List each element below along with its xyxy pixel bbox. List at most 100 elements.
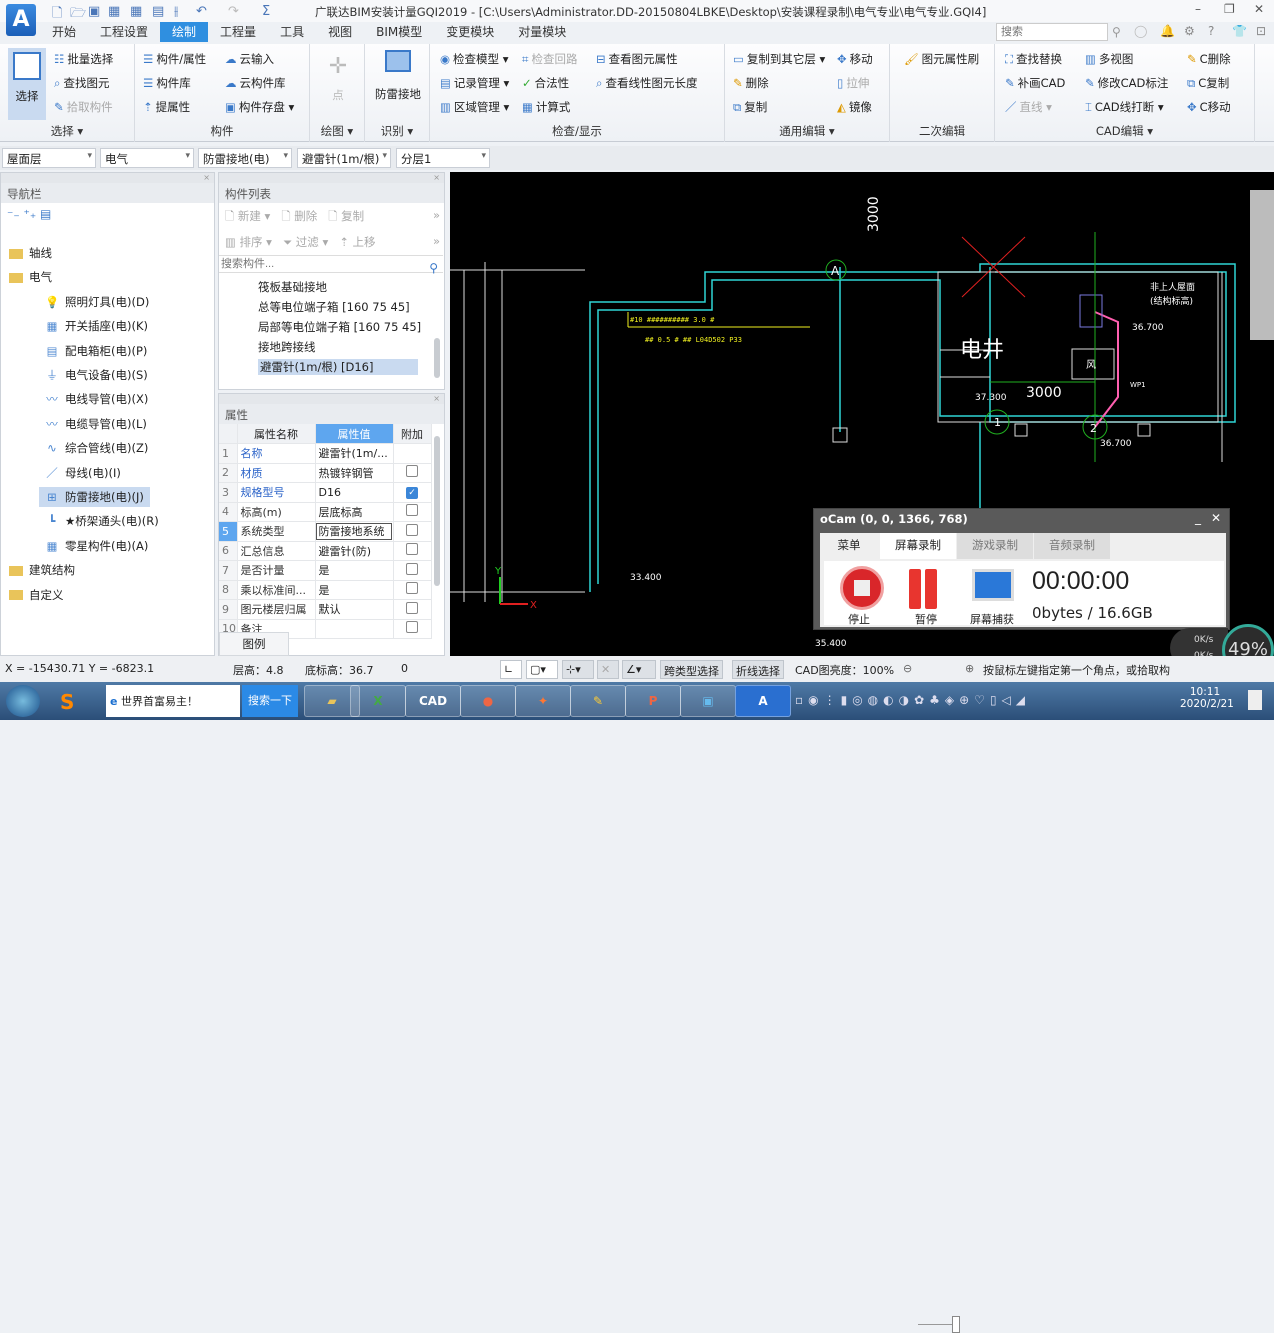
property-value[interactable]: 防雷接地系统 xyxy=(315,521,394,542)
scrollbar[interactable] xyxy=(434,338,440,378)
property-row[interactable]: 7 是否计量是 xyxy=(219,560,432,581)
component-save-button[interactable]: ▣ 构件存盘 ▾ xyxy=(225,99,294,115)
nav-item[interactable]: 电气 xyxy=(9,269,52,285)
slider-thumb[interactable] xyxy=(952,1316,960,1333)
user-icon[interactable]: ◯ xyxy=(1134,24,1147,38)
multi-view-button[interactable]: ▥ 多视图 xyxy=(1085,51,1133,67)
redraw-cad-button[interactable]: ✎ 补画CAD xyxy=(1005,75,1065,91)
batch-select-button[interactable]: ☷ 批量选择 xyxy=(54,51,113,67)
point-button[interactable]: ✛ 点 xyxy=(318,54,358,103)
report-icon[interactable]: ▦ xyxy=(108,4,120,19)
app-logo[interactable]: A xyxy=(6,4,36,36)
component-search-input[interactable] xyxy=(219,255,443,273)
checkbox[interactable] xyxy=(406,504,418,517)
export-icon[interactable]: ▤ xyxy=(152,4,164,19)
search-icon[interactable]: ⚲ xyxy=(429,261,438,275)
browser-search-box[interactable]: e 世界首富易主！ xyxy=(106,685,240,717)
pause-icon[interactable] xyxy=(925,569,937,609)
tab-view[interactable]: 视图 xyxy=(316,22,364,42)
move-button[interactable]: ✥ 移动 xyxy=(837,51,873,67)
nav-item[interactable]: 自定义 xyxy=(9,587,64,603)
property-row[interactable]: 1 名称 避雷针(1m/... xyxy=(219,443,432,464)
nav-item[interactable]: 建筑结构 xyxy=(9,562,75,578)
find-element-button[interactable]: ⌕ 查找图元 xyxy=(54,75,109,91)
close-icon[interactable]: × xyxy=(1,173,214,183)
property-value[interactable]: 是 xyxy=(315,560,394,581)
cross-icon[interactable]: ✕ xyxy=(597,660,619,679)
copy-to-layer-button[interactable]: ▭ 复制到其它层 ▾ xyxy=(733,51,825,67)
shirt-icon[interactable]: 👕 xyxy=(1232,24,1247,38)
show-desktop-button[interactable] xyxy=(1248,690,1262,710)
property-value[interactable]: 避雷针(1m/... xyxy=(315,443,394,464)
delete-button[interactable]: 🗋 删除 xyxy=(281,209,317,223)
c-copy-button[interactable]: ⧉ C复制 xyxy=(1187,75,1229,91)
taskbar-pdf[interactable]: ✦ xyxy=(515,685,571,717)
discipline-select[interactable]: 电气 ▾ xyxy=(100,148,194,168)
zoom-in-icon[interactable]: ⊕ xyxy=(962,660,977,679)
component-item[interactable]: 局部等电位端子箱 [160 75 45] xyxy=(258,319,421,335)
property-row[interactable]: 3 规格型号 D16 ✓ xyxy=(219,482,432,503)
cross-type-select-button[interactable]: 跨类型选择 xyxy=(660,660,723,679)
taskbar-glodon[interactable]: A xyxy=(735,685,791,717)
expand-icon[interactable]: ⁺₊ xyxy=(24,207,37,221)
checkbox[interactable] xyxy=(406,601,418,614)
more-icon[interactable]: » xyxy=(433,208,440,222)
check-loop-button[interactable]: ⌗ 检查回路 xyxy=(522,51,577,67)
cloud-input-button[interactable]: ☁ 云输入 xyxy=(225,51,274,67)
format-painter-button[interactable]: 🖌 图元属性刷 xyxy=(904,51,979,67)
sum-icon[interactable]: Σ xyxy=(262,4,270,19)
property-value[interactable]: 层底标高 xyxy=(315,502,394,522)
component-select[interactable]: 避雷针(1m/根) ▾ xyxy=(297,148,391,168)
split-icon[interactable]: ⫲ xyxy=(174,4,178,19)
property-row[interactable]: 4 标高(m) 层底标高 xyxy=(219,502,432,522)
checkbox[interactable] xyxy=(406,523,418,536)
stop-icon[interactable] xyxy=(840,566,884,610)
tab-quantities[interactable]: 工程量 xyxy=(208,22,268,42)
region-manage-button[interactable]: ▥ 区域管理 ▾ xyxy=(440,99,509,115)
taskbar-ppt-o[interactable]: ● xyxy=(460,685,516,717)
group-label[interactable]: 绘图 ▾ xyxy=(310,123,364,139)
floor-select[interactable]: 屋面层 ▾ xyxy=(2,148,96,168)
nav-item[interactable]: ▤ 配电箱柜(电)(P) xyxy=(45,343,148,359)
component-item[interactable]: 避雷针(1m/根) [D16] xyxy=(258,359,418,375)
component-item[interactable]: 接地跨接线 xyxy=(258,339,316,355)
view-attr-button[interactable]: ⊟ 查看图元属性 xyxy=(596,51,678,67)
group-label[interactable]: 通用编辑 ▾ xyxy=(725,123,889,139)
taskbar-excel[interactable]: X xyxy=(350,685,406,717)
checkbox[interactable] xyxy=(406,562,418,575)
more-icon[interactable]: » xyxy=(433,234,440,248)
clock[interactable]: 10:11 2020/2/21 xyxy=(1180,686,1234,710)
move-up-button[interactable]: ⇡ 上移 xyxy=(339,235,375,249)
component-library-button[interactable]: ☰ 构件库 xyxy=(143,75,191,91)
line-button[interactable]: ／直线 ▾ xyxy=(1005,99,1052,115)
find-replace-button[interactable]: ⛶ 查找替换 xyxy=(1005,51,1062,67)
point-mode-button[interactable]: ⊹▾ xyxy=(562,660,594,679)
copy-button[interactable]: 🗋 复制 xyxy=(328,209,364,223)
property-value[interactable] xyxy=(315,619,394,639)
nav-item[interactable]: ⏚ 电气设备(电)(S) xyxy=(45,367,148,383)
property-value[interactable]: D16 xyxy=(315,482,394,503)
snap-button[interactable]: ▢▾ xyxy=(526,660,558,679)
checkbox[interactable] xyxy=(406,543,418,556)
select-button[interactable]: 选择 xyxy=(8,48,46,120)
nav-item[interactable]: ▦ 零星构件(电)(A) xyxy=(45,538,149,554)
nav-item[interactable]: 💡 照明灯具(电)(D) xyxy=(45,294,149,310)
angle-button[interactable]: ∠▾ xyxy=(622,660,656,679)
lightning-ground-button[interactable]: 防雷接地 xyxy=(369,50,427,102)
checkbox[interactable] xyxy=(406,465,418,478)
search-go-button[interactable]: 搜索一下 xyxy=(242,685,298,717)
search-input[interactable] xyxy=(996,23,1108,41)
view-toolbar[interactable] xyxy=(1250,190,1274,340)
ocam-tab-screen[interactable]: 屏幕录制 xyxy=(880,533,956,559)
close-icon[interactable]: × xyxy=(219,173,444,183)
save-icon[interactable]: ▣ xyxy=(88,4,100,19)
nav-item[interactable]: ┗ ★桥架通头(电)(R) xyxy=(45,513,159,529)
component-item[interactable]: 筏板基础接地 xyxy=(258,279,327,295)
ortho-button[interactable]: ∟ xyxy=(500,660,522,679)
taskbar-powerpoint[interactable]: P xyxy=(625,685,681,717)
cad-line-break-button[interactable]: ⌶ CAD线打断 ▾ xyxy=(1085,99,1164,115)
pause-icon[interactable] xyxy=(909,569,921,609)
minimize-button[interactable]: _ xyxy=(1195,511,1201,525)
formula-button[interactable]: ▦ 计算式 xyxy=(522,99,570,115)
extract-attr-button[interactable]: ⇡ 提属性 xyxy=(143,99,190,115)
